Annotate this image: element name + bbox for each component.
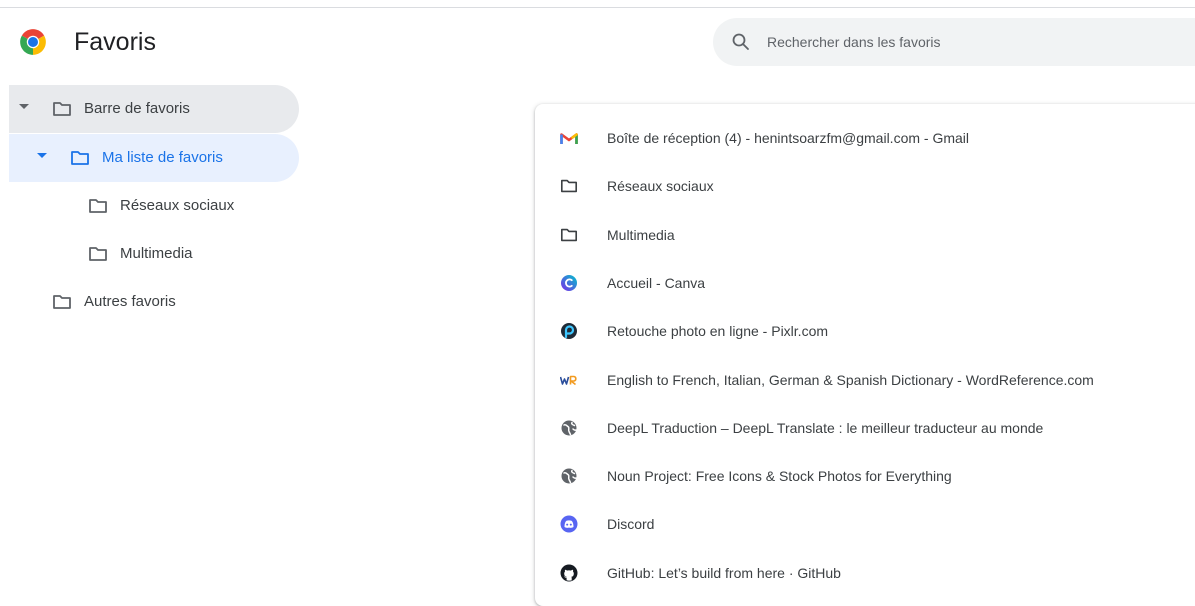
gmail-icon — [560, 133, 578, 144]
search-box[interactable] — [713, 18, 1195, 66]
bookmark-row-github[interactable]: GitHub: Let’s build from here · GitHub — [535, 549, 1195, 597]
tree-item-autres-favoris[interactable]: Autres favoris — [9, 278, 299, 326]
bookmark-title: Boîte de réception (4) - henintsoarzfm@g… — [607, 130, 970, 146]
pixlr-icon — [561, 323, 577, 339]
folder-icon — [89, 199, 107, 213]
search-input[interactable] — [767, 18, 1177, 66]
bookmark-title: Accueil - Canva — [607, 275, 706, 291]
search-icon[interactable] — [731, 32, 751, 52]
tree-item-multimedia[interactable]: Multimedia — [9, 230, 299, 278]
tree-item-label: Barre de favoris — [84, 100, 190, 117]
bookmark-row-canva[interactable]: Accueil - Canva — [535, 259, 1195, 307]
bookmark-title: GitHub: Let’s build from here · GitHub — [607, 565, 841, 581]
tree-item-label: Autres favoris — [84, 293, 176, 310]
folder-icon — [560, 179, 578, 193]
bookmark-row-deepl[interactable]: DeepL Traduction – DeepL Translate : le … — [535, 404, 1195, 452]
bookmark-title: DeepL Traduction – DeepL Translate : le … — [607, 420, 1044, 436]
tree-item-label: Multimedia — [120, 245, 193, 262]
bookmark-title: Noun Project: Free Icons & Stock Photos … — [607, 468, 952, 484]
bookmark-row-noun-project[interactable]: Noun Project: Free Icons & Stock Photos … — [535, 452, 1195, 500]
tree-item-reseaux-sociaux[interactable]: Réseaux sociaux — [9, 182, 299, 230]
bookmark-title: English to French, Italian, German & Spa… — [607, 372, 1094, 388]
chrome-logo-icon — [20, 29, 46, 55]
bookmark-title: Réseaux sociaux — [607, 178, 714, 194]
bookmark-list: Boîte de réception (4) - henintsoarzfm@g… — [535, 104, 1195, 606]
bookmark-title: Multimedia — [607, 227, 675, 243]
globe-icon — [561, 420, 577, 436]
folder-icon — [89, 247, 107, 261]
bookmark-row-folder[interactable]: Multimedia — [535, 211, 1195, 259]
canva-icon — [561, 275, 577, 291]
page-header: Favoris — [0, 8, 1195, 78]
tree-item-ma-liste-de-favoris[interactable]: Ma liste de favoris — [9, 134, 299, 182]
expand-arrow-icon[interactable] — [19, 104, 29, 109]
discord-icon — [560, 515, 578, 533]
folder-icon — [53, 295, 71, 309]
wordreference-icon — [560, 375, 577, 386]
folder-icon — [560, 228, 578, 242]
page-title: Favoris — [74, 28, 156, 56]
bookmark-row-gmail[interactable]: Boîte de réception (4) - henintsoarzfm@g… — [535, 114, 1195, 162]
folder-icon — [53, 102, 71, 116]
bookmark-row-wordreference[interactable]: English to French, Italian, German & Spa… — [535, 356, 1195, 404]
bookmark-title: Retouche photo en ligne - Pixlr.com — [607, 323, 829, 339]
globe-icon — [561, 468, 577, 484]
github-icon — [560, 564, 578, 582]
folder-icon — [71, 151, 89, 165]
bookmark-row-pixlr[interactable]: Retouche photo en ligne - Pixlr.com — [535, 307, 1195, 355]
tree-item-label: Réseaux sociaux — [120, 197, 235, 214]
tree-item-label: Ma liste de favoris — [102, 149, 223, 166]
tree-item-barre-de-favoris[interactable]: Barre de favoris — [9, 85, 299, 133]
bookmark-title: Discord — [607, 516, 655, 532]
expand-arrow-icon[interactable] — [37, 153, 47, 158]
bookmark-row-discord[interactable]: Discord — [535, 500, 1195, 548]
bookmark-row-folder[interactable]: Réseaux sociaux — [535, 162, 1195, 210]
